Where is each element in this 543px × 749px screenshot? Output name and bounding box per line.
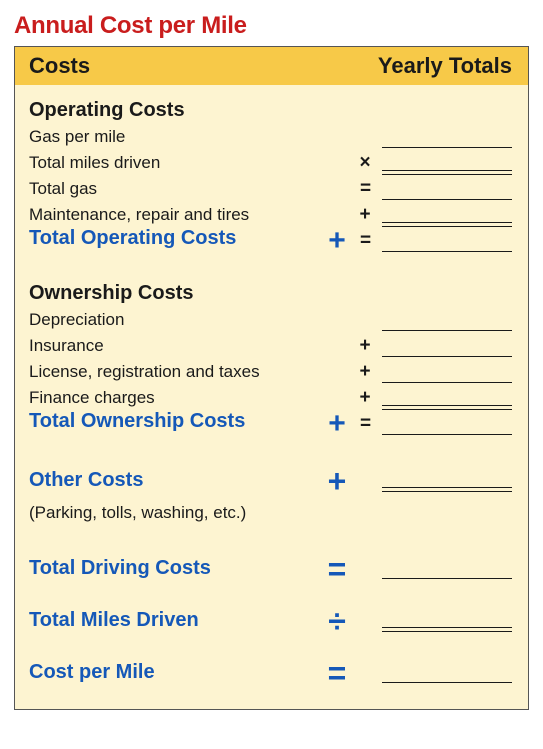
plus-icon: + xyxy=(354,205,376,226)
blank-total-operating[interactable] xyxy=(382,232,512,252)
plus-icon: + xyxy=(354,388,376,409)
row-maintenance: Maintenance, repair and tires + xyxy=(29,201,512,226)
big-plus-icon: + xyxy=(320,230,354,252)
blank-total-ownership[interactable] xyxy=(382,415,512,435)
equals-icon: = xyxy=(354,414,376,435)
row-total-driving: Total Driving Costs = xyxy=(29,549,512,589)
label-total-operating: Total Operating Costs xyxy=(29,227,320,252)
panel-header: Costs Yearly Totals xyxy=(15,47,528,85)
ownership-section-title: Ownership Costs xyxy=(29,282,512,305)
header-left: Costs xyxy=(29,53,90,79)
row-cost-per-mile: Cost per Mile = xyxy=(29,653,512,693)
row-total-gas: Total gas = xyxy=(29,175,512,200)
equals-icon: = xyxy=(354,179,376,200)
label-total-gas: Total gas xyxy=(29,179,320,200)
label-maintenance: Maintenance, repair and tires xyxy=(29,205,320,226)
operating-section-title: Operating Costs xyxy=(29,99,512,122)
big-equals-icon: = xyxy=(320,552,354,586)
label-total-miles: Total miles driven xyxy=(29,153,320,174)
row-total-miles-driven: Total Miles Driven ÷ xyxy=(29,601,512,641)
panel-body: Operating Costs Gas per mile Total miles… xyxy=(15,85,528,709)
row-finance: Finance charges + xyxy=(29,384,512,409)
label-finance: Finance charges xyxy=(29,388,320,409)
row-total-ownership: Total Ownership Costs + = xyxy=(29,410,512,435)
blank-total-gas[interactable] xyxy=(382,180,512,200)
times-icon: × xyxy=(354,153,376,174)
page-title: Annual Cost per Mile xyxy=(14,12,529,40)
label-total-ownership: Total Ownership Costs xyxy=(29,410,320,435)
blank-insurance[interactable] xyxy=(382,337,512,357)
label-insurance: Insurance xyxy=(29,336,320,357)
big-equals-icon: = xyxy=(320,656,354,690)
label-cost-per-mile: Cost per Mile xyxy=(29,661,320,686)
blank-total-miles-driven[interactable] xyxy=(382,611,512,631)
plus-icon: + xyxy=(354,336,376,357)
row-total-operating: Total Operating Costs + = xyxy=(29,227,512,252)
label-license: License, registration and taxes xyxy=(29,362,320,383)
blank-cost-per-mile[interactable] xyxy=(382,663,512,683)
label-other-costs: Other Costs xyxy=(29,469,320,494)
blank-depreciation[interactable] xyxy=(382,311,512,331)
blank-other-costs[interactable] xyxy=(382,471,512,491)
label-depreciation: Depreciation xyxy=(29,310,320,331)
blank-total-driving[interactable] xyxy=(382,559,512,579)
blank-total-miles[interactable] xyxy=(382,154,512,174)
blank-finance[interactable] xyxy=(382,389,512,409)
header-right: Yearly Totals xyxy=(378,53,512,79)
row-license: License, registration and taxes + xyxy=(29,358,512,383)
cost-panel: Costs Yearly Totals Operating Costs Gas … xyxy=(14,46,529,710)
row-gas-per-mile: Gas per mile xyxy=(29,123,512,148)
subtext-other: (Parking, tolls, washing, etc.) xyxy=(29,503,512,523)
big-divide-icon: ÷ xyxy=(320,604,354,638)
big-plus-icon: + xyxy=(320,413,354,435)
blank-maintenance[interactable] xyxy=(382,206,512,226)
big-plus-icon: + xyxy=(320,464,354,498)
equals-icon: = xyxy=(354,231,376,252)
row-depreciation: Depreciation xyxy=(29,306,512,331)
row-other-costs: Other Costs + xyxy=(29,461,512,501)
plus-icon: + xyxy=(354,362,376,383)
row-insurance: Insurance + xyxy=(29,332,512,357)
row-total-miles: Total miles driven × xyxy=(29,149,512,174)
label-total-driving: Total Driving Costs xyxy=(29,557,320,582)
label-gas-per-mile: Gas per mile xyxy=(29,127,320,148)
blank-license[interactable] xyxy=(382,363,512,383)
label-total-miles-driven: Total Miles Driven xyxy=(29,609,320,634)
blank-gas-per-mile[interactable] xyxy=(382,128,512,148)
